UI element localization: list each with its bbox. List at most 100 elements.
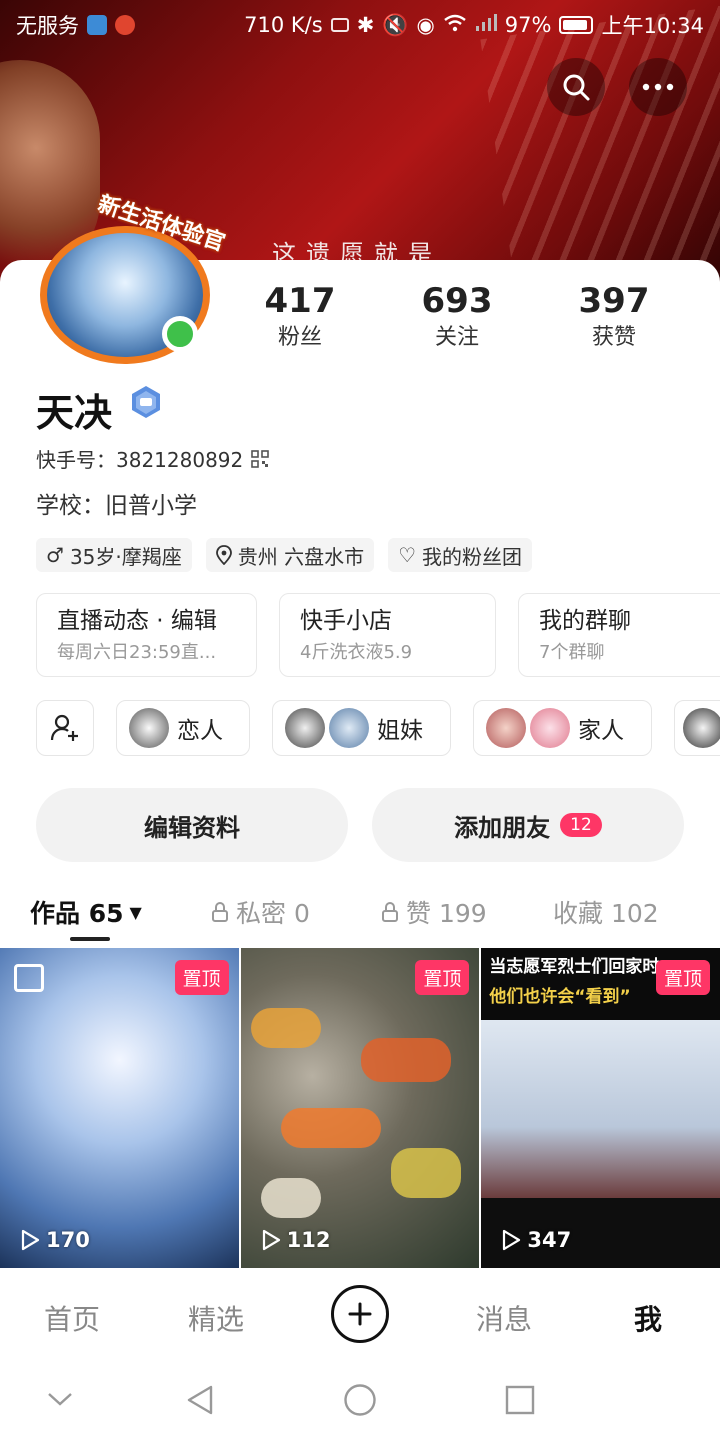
thumbnail-blob: [390, 1148, 461, 1198]
carrier-text: 无服务: [16, 14, 79, 38]
battery-percent: 97%: [504, 13, 552, 37]
pinned-badge: 置顶: [656, 960, 711, 995]
following-label: 关注: [434, 325, 479, 350]
add-friend-badge: 12: [560, 813, 602, 837]
search-icon: [563, 74, 590, 101]
play-icon: [262, 1229, 280, 1251]
shop-subtitle: 4斤洗衣液5.9: [300, 642, 413, 663]
lock-icon: [382, 902, 398, 922]
mute-icon: 🔇: [382, 12, 409, 37]
tab-likes[interactable]: 赞 199: [380, 894, 487, 930]
collapse-chevron-icon[interactable]: [46, 1390, 74, 1408]
male-icon: ♂: [46, 543, 64, 567]
shop-title: 快手小店: [300, 608, 392, 634]
tab-works[interactable]: 作品 65 ▼: [30, 894, 142, 930]
add-friend-button[interactable]: 添加朋友 12: [372, 788, 684, 862]
location-tag[interactable]: 贵州 六盘水市: [205, 538, 375, 572]
location-icon: [215, 545, 232, 565]
live-updates-subtitle: 每周六日23:59直...: [57, 642, 217, 663]
following-count: 693: [421, 281, 493, 321]
play-count-value: 347: [527, 1228, 572, 1252]
video-thumbnail[interactable]: 置顶 112: [240, 948, 480, 1268]
system-navigation-bar: [0, 1360, 720, 1440]
tab-private-label: 私密 0: [236, 899, 310, 928]
kuaishou-id: 快手号：3821280892: [36, 448, 244, 472]
more-button[interactable]: [629, 58, 687, 116]
tab-favorites[interactable]: 收藏 102: [553, 894, 659, 930]
shield-app-icon: [87, 15, 107, 35]
edit-profile-button[interactable]: 编辑资料: [36, 788, 348, 862]
play-count-value: 170: [46, 1228, 90, 1252]
relation-label: 姐妹: [377, 718, 423, 744]
thumbnail-blob: [280, 1108, 381, 1148]
nav-featured[interactable]: 精选: [156, 1298, 276, 1338]
signal-icon: [475, 13, 497, 37]
fan-club-tag[interactable]: ♡ 我的粉丝团: [388, 538, 533, 572]
clock: 上午10:34: [601, 14, 704, 38]
live-updates-title: 直播动态 · 编辑: [57, 608, 217, 634]
tab-works-label: 作品 65: [30, 899, 124, 928]
tab-likes-label: 赞 199: [406, 899, 487, 928]
image-post-icon: [14, 964, 44, 992]
play-icon: [503, 1229, 521, 1251]
heart-icon: ♡: [398, 543, 417, 567]
verified-badge-icon[interactable]: [130, 385, 162, 419]
bluetooth-icon: ✱: [356, 13, 375, 37]
relation-sisters[interactable]: 姐妹: [272, 700, 451, 756]
thumbnail-blob: [250, 1008, 321, 1048]
live-updates-card[interactable]: 直播动态 · 编辑 每周六日23:59直...: [36, 593, 257, 677]
nav-me[interactable]: 我: [588, 1298, 708, 1338]
relation-more[interactable]: [674, 700, 720, 756]
thumbnail-blob: [260, 1178, 321, 1218]
likes-count: 397: [578, 281, 650, 321]
followers-stat[interactable]: 417 粉丝: [235, 280, 365, 354]
add-person-icon: [50, 714, 78, 741]
no-sim-icon: [330, 18, 349, 32]
kuaishou-id-row[interactable]: 快手号：3821280892: [36, 444, 270, 473]
relation-label: 家人: [578, 718, 624, 744]
online-status-dot: [162, 316, 198, 352]
fan-club-text: 我的粉丝团: [422, 544, 523, 569]
edit-profile-label: 编辑资料: [144, 813, 240, 842]
caret-down-icon: ▼: [129, 902, 142, 922]
play-icon: [21, 1229, 40, 1251]
nav-home[interactable]: 首页: [12, 1298, 132, 1338]
network-speed: 710 K/s: [244, 13, 323, 37]
pinned-badge: 置顶: [415, 960, 470, 995]
create-button[interactable]: [331, 1285, 389, 1343]
likes-stat[interactable]: 397 获赞: [549, 280, 679, 354]
group-chat-card[interactable]: 我的群聊 7个群聊: [518, 593, 720, 677]
wifi-icon: [443, 13, 467, 37]
shop-card[interactable]: 快手小店 4斤洗衣液5.9: [279, 593, 496, 677]
nav-messages[interactable]: 消息: [444, 1298, 564, 1338]
user-name: 天决: [36, 391, 113, 435]
relation-lover[interactable]: 恋人: [116, 700, 250, 756]
video-thumbnail[interactable]: 置顶 170: [0, 948, 239, 1268]
relation-avatar: [329, 708, 369, 748]
back-icon[interactable]: [184, 1384, 216, 1416]
tab-private[interactable]: 私密 0: [210, 894, 310, 930]
status-bar: 无服务 710 K/s ✱ 🔇 ◉ 97% 上午10:34: [0, 0, 720, 50]
relation-avatar: [129, 708, 169, 748]
followers-label: 粉丝: [277, 325, 322, 350]
add-relation-button[interactable]: [36, 700, 94, 756]
relation-avatar: [530, 708, 570, 748]
play-count: 347: [501, 1228, 571, 1252]
video-scene: [481, 1020, 720, 1198]
search-button[interactable]: [547, 58, 605, 116]
relation-avatar: [486, 708, 526, 748]
battery-icon: [559, 16, 594, 34]
likes-label: 获赞: [591, 325, 636, 350]
play-count: 170: [20, 1228, 90, 1252]
qr-code-icon[interactable]: [251, 449, 270, 468]
more-dots-icon: [642, 83, 674, 91]
profile-tags: ♂ 35岁·摩羯座 贵州 六盘水市 ♡ 我的粉丝团: [36, 538, 533, 572]
plus-icon: [348, 1302, 372, 1326]
age-tag[interactable]: ♂ 35岁·摩羯座: [36, 538, 192, 572]
app-notification-icon: [115, 15, 135, 35]
recent-apps-icon[interactable]: [505, 1385, 535, 1415]
relation-family[interactable]: 家人: [473, 700, 652, 756]
video-thumbnail[interactable]: 当志愿军烈士们回家时 他们也许会“看到” 置顶 347: [481, 948, 720, 1268]
following-stat[interactable]: 693 关注: [392, 280, 522, 354]
home-circle-icon[interactable]: [343, 1383, 377, 1417]
